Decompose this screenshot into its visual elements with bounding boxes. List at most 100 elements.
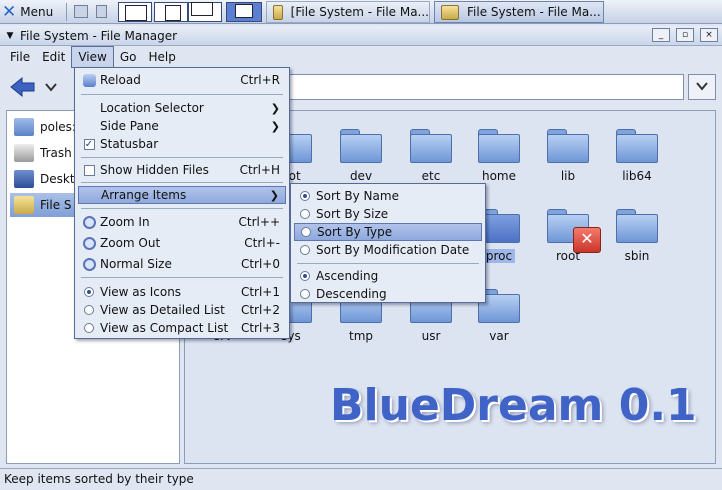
menu-separator xyxy=(297,263,479,264)
menu-label: Sort By Type xyxy=(317,225,393,239)
folder-icon xyxy=(616,129,658,163)
menu-help[interactable]: Help xyxy=(142,47,181,67)
folder-icon xyxy=(547,129,589,163)
menu-item-descending[interactable]: Descending xyxy=(294,285,482,303)
menu-label: Descending xyxy=(316,287,387,301)
folder-icon xyxy=(478,129,520,163)
start-menu-button[interactable]: ✕ Menu xyxy=(2,2,62,22)
menu-item-side-pane[interactable]: Side Pane ❯ xyxy=(78,117,286,135)
menu-label: Side Pane xyxy=(100,119,159,133)
file-item[interactable]: home xyxy=(467,129,531,183)
file-label: tmp xyxy=(348,329,373,343)
no-access-icon: ✕ xyxy=(573,227,601,253)
radio-icon xyxy=(301,227,311,237)
checkbox-checked-icon: ✓ xyxy=(83,138,95,150)
menu-item-ascending[interactable]: Ascending xyxy=(294,267,482,285)
submenu-arrow-icon: ❯ xyxy=(270,101,280,115)
radio-icon xyxy=(84,323,94,333)
menu-label: Normal Size xyxy=(100,257,172,271)
file-label: lib64 xyxy=(622,169,652,183)
radio-selected-icon xyxy=(300,271,310,281)
file-item[interactable]: lib xyxy=(536,129,600,183)
app-menu-icon: ✕ xyxy=(2,2,17,22)
menu-item-arrange-items[interactable]: Arrange Items ❯ xyxy=(78,186,286,204)
file-label: proc xyxy=(482,249,516,263)
menu-item-reload[interactable]: Reload Ctrl+R xyxy=(78,71,286,89)
menu-view[interactable]: View xyxy=(71,46,114,68)
menu-item-zoom-in[interactable]: Zoom In Ctrl++ xyxy=(78,213,286,231)
show-desktop-icon[interactable] xyxy=(74,5,88,18)
submenu-arrow-icon: ❯ xyxy=(270,119,280,133)
menubar: File Edit View Go Help xyxy=(0,46,722,68)
file-item[interactable]: dev xyxy=(329,129,393,183)
back-history-chevron-icon[interactable] xyxy=(44,80,58,94)
menu-label: Statusbar xyxy=(100,137,159,151)
radio-selected-icon xyxy=(300,191,310,201)
menu-go[interactable]: Go xyxy=(114,47,143,67)
arrange-items-submenu: Sort By Name Sort By Size Sort By Type S… xyxy=(290,183,486,303)
view-menu: Reload Ctrl+R Location Selector ❯ Side Pan… xyxy=(74,67,290,339)
menu-item-view-detailed[interactable]: View as Detailed List Ctrl+2 xyxy=(78,301,286,319)
start-menu-label: Menu xyxy=(20,5,54,19)
menu-item-sort-type[interactable]: Sort By Type xyxy=(294,223,482,241)
taskbar-task-2[interactable]: File System - File Ma... xyxy=(434,1,604,23)
close-button[interactable]: × xyxy=(700,28,718,42)
menu-label: Sort By Size xyxy=(316,207,389,221)
menu-item-sort-size[interactable]: Sort By Size xyxy=(294,205,482,223)
shortcut: Ctrl++ xyxy=(238,215,280,229)
minimize-button[interactable]: _ xyxy=(652,28,670,42)
file-item[interactable]: sbin xyxy=(605,209,669,263)
menu-label: Sort By Modification Date xyxy=(316,243,470,257)
menu-separator xyxy=(81,157,283,158)
file-item[interactable]: ✕ root xyxy=(536,209,601,263)
maximize-button[interactable]: ▫ xyxy=(676,28,694,42)
radio-icon xyxy=(84,305,94,315)
folder-icon xyxy=(616,209,658,243)
folder-icon: ✕ xyxy=(547,209,601,253)
file-item[interactable]: etc xyxy=(399,129,463,183)
window-title: File System - File Manager xyxy=(20,28,178,43)
file-label: var xyxy=(489,329,509,343)
menu-separator xyxy=(81,208,283,209)
menu-item-zoom-out[interactable]: Zoom Out Ctrl+- xyxy=(78,234,286,252)
radio-selected-icon xyxy=(84,287,94,297)
menu-item-sort-name[interactable]: Sort By Name xyxy=(294,187,482,205)
menu-label: Sort By Name xyxy=(316,189,399,203)
menu-item-view-icons[interactable]: View as Icons Ctrl+1 xyxy=(78,283,286,301)
menu-item-show-hidden-files[interactable]: Show Hidden Files Ctrl+H xyxy=(78,161,286,179)
window-titlebar[interactable]: ▼ File System - File Manager xyxy=(0,26,722,46)
file-manager-icon xyxy=(273,4,283,20)
menu-label: Show Hidden Files xyxy=(100,163,209,177)
menu-label: Ascending xyxy=(316,269,379,283)
location-field[interactable] xyxy=(288,74,684,100)
window-menu-icon[interactable]: ▼ xyxy=(0,31,20,41)
menu-edit[interactable]: Edit xyxy=(36,47,71,67)
menu-item-statusbar[interactable]: ✓ Statusbar xyxy=(78,135,286,153)
menu-item-view-compact[interactable]: View as Compact List Ctrl+3 xyxy=(78,319,286,337)
trash-launcher-icon[interactable] xyxy=(96,5,107,18)
desktop-pager-3[interactable] xyxy=(188,2,222,22)
file-item[interactable]: lib64 xyxy=(605,129,669,183)
theme-watermark: BlueDream 0.1 xyxy=(330,380,697,431)
menu-file[interactable]: File xyxy=(4,47,36,67)
zoom-original-icon xyxy=(82,257,96,271)
menu-label: Zoom In xyxy=(100,215,150,229)
file-manager-icon xyxy=(441,4,459,20)
desktop-pager-4[interactable] xyxy=(226,2,262,22)
taskbar-task-1[interactable]: [File System - File Ma... xyxy=(266,1,430,23)
menu-item-normal-size[interactable]: Normal Size Ctrl+0 xyxy=(78,255,286,273)
zoom-out-icon xyxy=(82,236,96,250)
file-label: sbin xyxy=(624,249,650,263)
menu-item-location-selector[interactable]: Location Selector ❯ xyxy=(78,99,286,117)
menu-separator xyxy=(81,94,283,95)
desktop-pager-1[interactable] xyxy=(118,2,152,22)
menu-item-sort-date[interactable]: Sort By Modification Date xyxy=(294,241,482,259)
trash-icon xyxy=(14,144,34,162)
home-icon xyxy=(14,118,34,136)
location-dropdown-button[interactable] xyxy=(688,74,716,100)
desktop-pager-2[interactable] xyxy=(154,2,188,22)
menu-label: Arrange Items xyxy=(101,188,187,202)
back-arrow-icon[interactable] xyxy=(8,75,36,99)
task-label: File System - File Ma... xyxy=(467,5,601,19)
side-item-label: Trash xyxy=(40,146,72,160)
